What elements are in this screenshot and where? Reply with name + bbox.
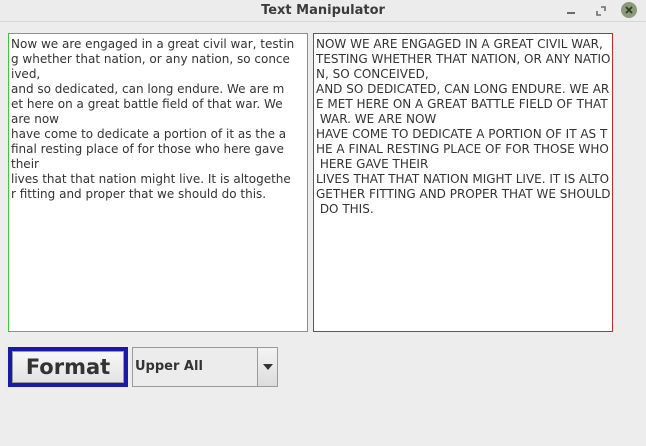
mode-select[interactable]: Upper All bbox=[132, 347, 278, 387]
maximize-icon bbox=[596, 6, 606, 16]
close-button[interactable] bbox=[621, 2, 637, 18]
close-icon bbox=[625, 6, 633, 14]
chevron-down-icon bbox=[262, 364, 273, 370]
window-title: Text Manipulator bbox=[261, 3, 385, 18]
maximize-button[interactable] bbox=[592, 2, 610, 20]
output-text-area[interactable]: NOW WE ARE ENGAGED IN A GREAT CIVIL WAR,… bbox=[313, 33, 613, 332]
format-button[interactable]: Format bbox=[8, 347, 128, 387]
format-button-label: Format bbox=[12, 351, 124, 383]
title-bar: Text Manipulator bbox=[0, 0, 646, 22]
mode-select-value: Upper All bbox=[135, 359, 203, 374]
minimize-icon bbox=[567, 8, 575, 14]
input-text-area[interactable]: Now we are engaged in a great civil war,… bbox=[8, 33, 308, 332]
minimize-button[interactable] bbox=[562, 2, 580, 20]
mode-select-arrow[interactable] bbox=[257, 348, 277, 386]
